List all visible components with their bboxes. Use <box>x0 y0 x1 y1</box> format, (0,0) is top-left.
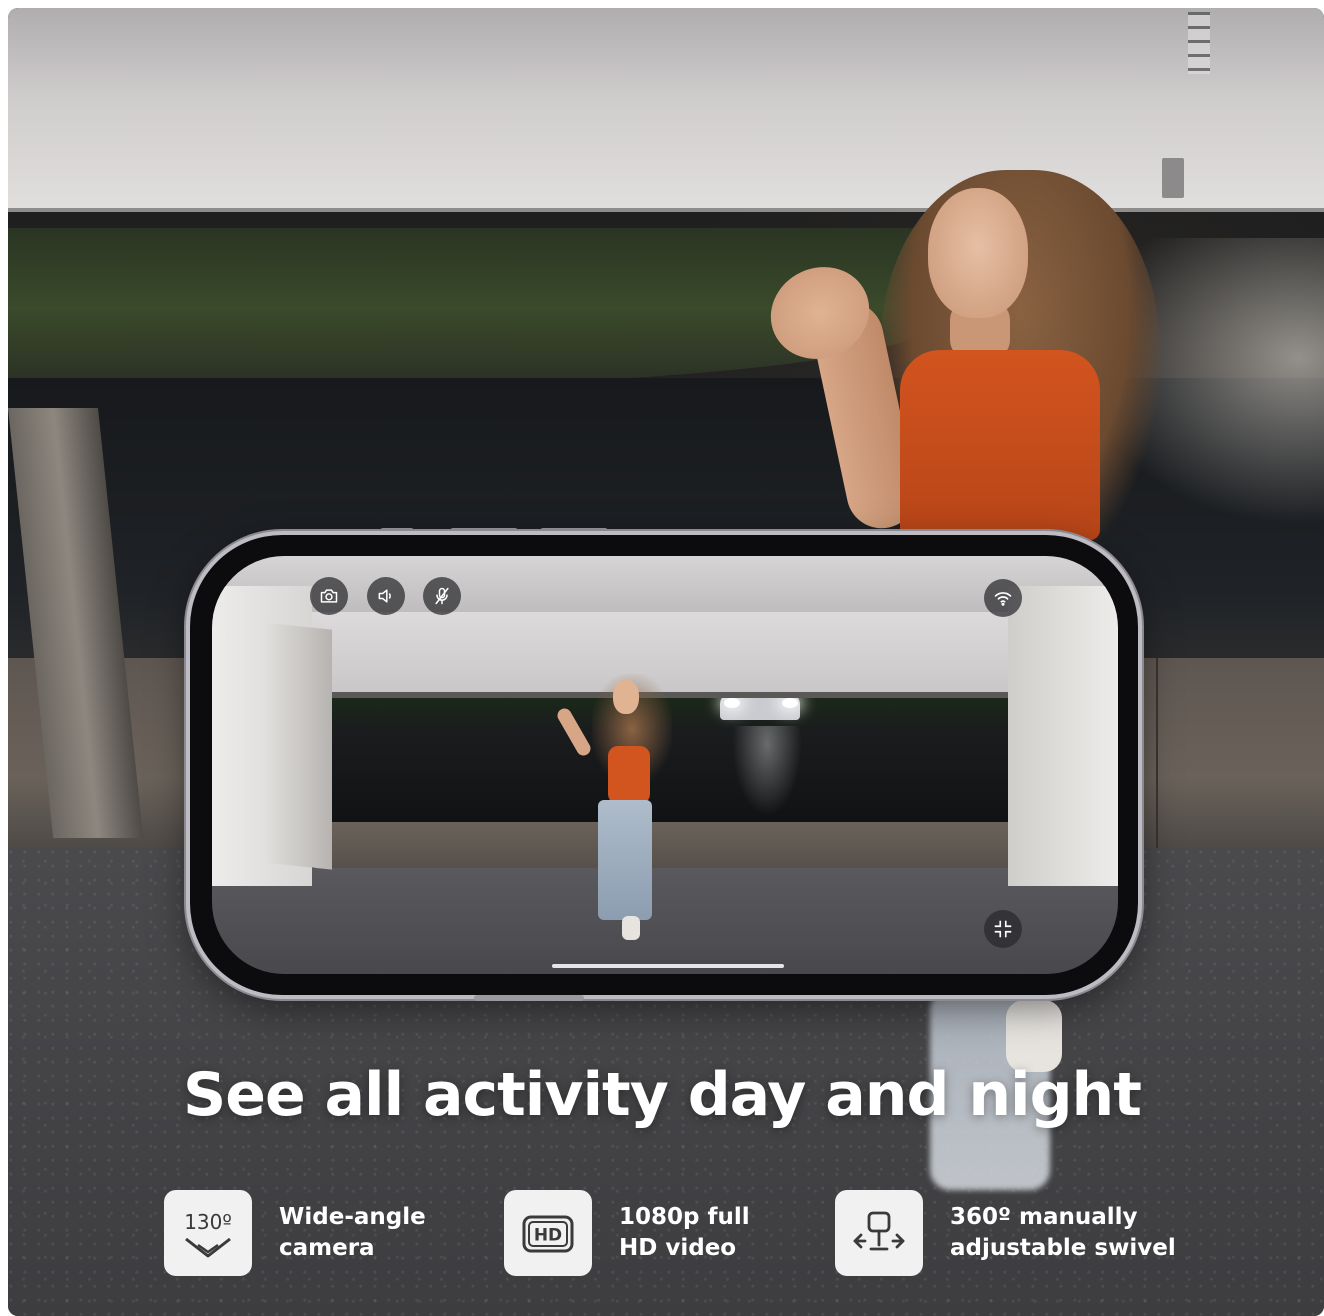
feature-hd-video: HD 1080p full HD video <box>504 1190 750 1276</box>
screen-garage-door <box>262 612 1088 698</box>
phone-side-button <box>474 995 584 1001</box>
exit-fullscreen-icon[interactable] <box>984 910 1022 948</box>
phone-side-button <box>540 528 608 534</box>
wide-angle-icon: 130º <box>164 1190 252 1276</box>
slab-joint <box>1156 658 1158 858</box>
person-face <box>928 188 1028 318</box>
camera-icon[interactable] <box>310 577 348 615</box>
door-track <box>1188 12 1210 74</box>
feature-line1: 1080p full <box>619 1204 750 1230</box>
screen-door-frame-left <box>262 622 332 870</box>
screen-slab <box>322 822 1012 872</box>
swivel-camera-icon <box>835 1190 923 1276</box>
phone-side-button <box>450 528 518 534</box>
feature-label: 1080p full HD video <box>619 1202 750 1264</box>
screen-light-reflection <box>732 726 802 816</box>
feature-line2: adjustable swivel <box>950 1235 1176 1261</box>
wide-angle-icon-text: 130º <box>184 1210 232 1234</box>
screen-wall-right <box>1008 586 1118 886</box>
screen-headlight <box>782 698 798 708</box>
screen-person-top <box>608 746 650 804</box>
feature-wide-angle: 130º Wide-angle camera <box>164 1190 426 1276</box>
person-orange-top <box>900 350 1100 540</box>
headline: See all activity day and night <box>183 1060 1142 1130</box>
screen-headlight <box>724 698 740 708</box>
screen-person-face <box>613 680 639 714</box>
wifi-icon <box>984 579 1022 617</box>
feature-line2: HD video <box>619 1235 737 1261</box>
phone-side-button <box>380 528 414 534</box>
screen-person-shoe <box>622 916 640 940</box>
door-hinge <box>1162 158 1184 198</box>
garage-door <box>8 8 1324 212</box>
screen-person-jeans <box>598 800 652 920</box>
feature-line1: Wide-angle <box>279 1204 426 1230</box>
hd-icon: HD <box>504 1190 592 1276</box>
hd-icon-text: HD <box>534 1226 562 1246</box>
screen-floor <box>212 868 1118 974</box>
mic-muted-icon[interactable] <box>423 577 461 615</box>
feature-swivel: 360º manually adjustable swivel <box>835 1190 1176 1276</box>
camera-live-view[interactable] <box>212 556 1118 974</box>
home-indicator <box>552 964 784 968</box>
feature-label: 360º manually adjustable swivel <box>950 1202 1176 1264</box>
screen-ceiling <box>212 556 1118 616</box>
feature-line1: 360º manually <box>950 1204 1138 1230</box>
speaker-icon[interactable] <box>367 577 405 615</box>
feature-label: Wide-angle camera <box>279 1202 426 1264</box>
feature-line2: camera <box>279 1235 375 1261</box>
